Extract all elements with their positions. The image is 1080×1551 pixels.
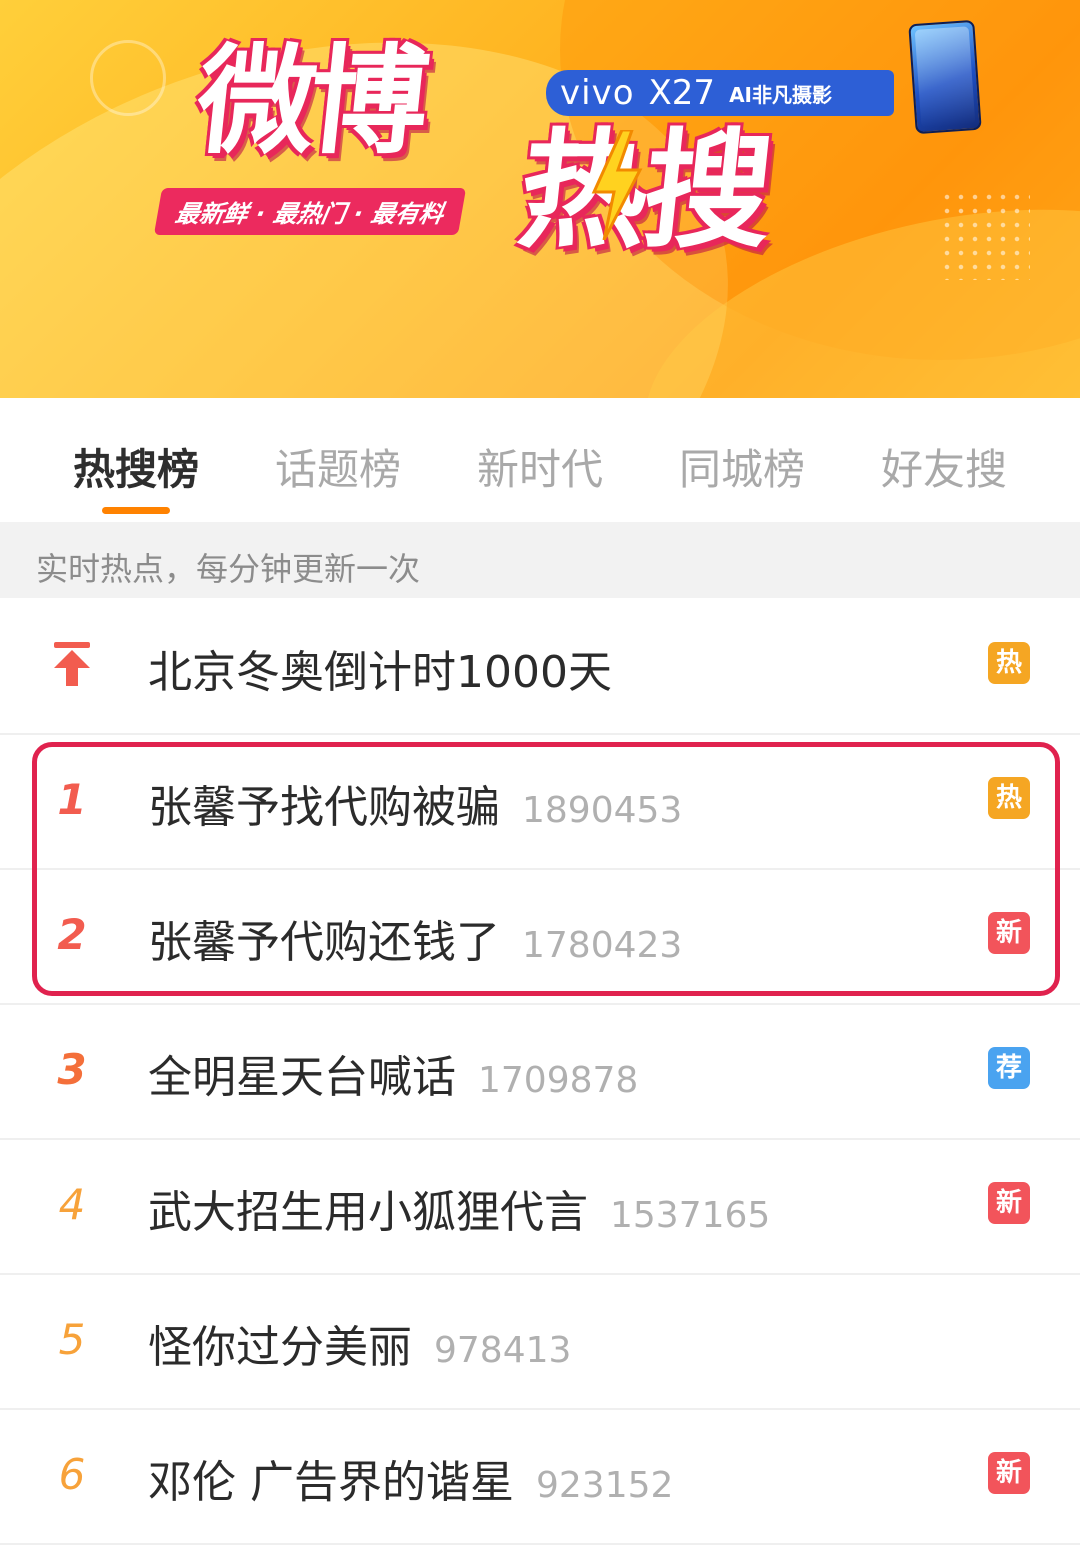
new-badge: 新 xyxy=(988,912,1030,954)
rank-number: 1 xyxy=(57,775,87,824)
list-item[interactable]: 2 张馨予代购还钱了 1780423 新 xyxy=(0,868,1080,1005)
item-title-line: 张馨予找代购被骗 1890453 xyxy=(148,771,682,835)
banner-dots-decoration xyxy=(940,190,1030,280)
list-item[interactable]: 5 怪你过分美丽 978413 xyxy=(0,1273,1080,1410)
phone-product-image xyxy=(908,19,982,135)
item-title: 武大招生用小狐狸代言 xyxy=(148,1187,588,1238)
banner-slogan: 最新鲜 · 最热门 · 最有料 xyxy=(153,188,466,235)
rank-number: 6 xyxy=(58,1450,86,1499)
rank-number: 4 xyxy=(58,1180,86,1229)
list-item[interactable]: 4 武大招生用小狐狸代言 1537165 新 xyxy=(0,1138,1080,1275)
hot-badge: 热 xyxy=(988,777,1030,819)
tab-local[interactable]: 同城榜 xyxy=(662,436,822,497)
item-title-line: 邓伦 广告界的谐星 923152 xyxy=(148,1446,673,1510)
item-title: 张馨予找代购被骗 xyxy=(148,782,500,833)
list-item[interactable]: 3 全明星天台喊话 1709878 荐 xyxy=(0,1003,1080,1140)
hot-badge: 热 xyxy=(988,642,1030,684)
update-notice-bar: 实时热点，每分钟更新一次 xyxy=(0,522,1080,598)
active-tab-indicator xyxy=(102,507,170,514)
item-title-line: 怪你过分美丽 978413 xyxy=(148,1311,571,1375)
rank-number: 5 xyxy=(58,1315,86,1364)
tab-hot-search[interactable]: 热搜榜 xyxy=(56,436,216,497)
item-title-line: 张馨予代购还钱了 1780423 xyxy=(148,906,682,970)
search-count: 1537165 xyxy=(610,1195,771,1236)
recommended-badge: 荐 xyxy=(988,1047,1030,1089)
sponsor-slogan: AI非凡摄影 xyxy=(729,82,832,107)
list-item[interactable]: 6 邓伦 广告界的谐星 923152 新 xyxy=(0,1408,1080,1545)
rank-number: 3 xyxy=(57,1045,87,1094)
sponsor-brand: vivo xyxy=(560,73,635,113)
banner-logo-title: 微博 xyxy=(190,32,430,170)
tab-friends[interactable]: 好友搜 xyxy=(864,436,1024,497)
search-count: 923152 xyxy=(536,1465,674,1506)
sponsor-ad-tag[interactable]: vivo X27 AI非凡摄影 xyxy=(546,70,894,116)
list-item[interactable]: 1 张馨予找代购被骗 1890453 热 xyxy=(0,733,1080,870)
rank-number: 2 xyxy=(57,910,87,959)
item-title: 怪你过分美丽 xyxy=(148,1322,412,1373)
sponsor-model: X27 xyxy=(648,73,716,113)
search-count: 978413 xyxy=(434,1330,572,1371)
update-notice-text: 实时热点，每分钟更新一次 xyxy=(36,550,421,588)
new-badge: 新 xyxy=(988,1452,1030,1494)
pinned-title: 北京冬奥倒计时1000天 xyxy=(148,647,612,698)
item-title: 邓伦 广告界的谐星 xyxy=(148,1457,514,1508)
search-count: 1709878 xyxy=(478,1060,639,1101)
tab-topics[interactable]: 话题榜 xyxy=(258,436,418,497)
pin-top-icon xyxy=(54,642,90,686)
search-count: 1890453 xyxy=(522,790,683,831)
item-title-line: 武大招生用小狐狸代言 1537165 xyxy=(148,1176,770,1240)
lightning-bolt-icon xyxy=(591,130,643,240)
item-title: 张馨予代购还钱了 xyxy=(148,917,500,968)
hot-search-banner: 微博 热搜 最新鲜 · 最热门 · 最有料 vivo X27 AI非凡摄影 xyxy=(0,0,1080,398)
item-title: 全明星天台喊话 xyxy=(148,1052,456,1103)
item-title-line: 全明星天台喊话 1709878 xyxy=(148,1041,638,1105)
new-badge: 新 xyxy=(988,1182,1030,1224)
banner-ring-decoration xyxy=(90,40,166,116)
banner-logo-subtitle: 热搜 xyxy=(512,117,776,266)
pinned-row[interactable]: 北京冬奥倒计时1000天 热 xyxy=(0,598,1080,735)
tab-new-era[interactable]: 新时代 xyxy=(460,436,620,497)
search-count: 1780423 xyxy=(522,925,683,966)
ranking-tabs: 热搜榜 话题榜 新时代 同城榜 好友搜 xyxy=(0,398,1080,522)
